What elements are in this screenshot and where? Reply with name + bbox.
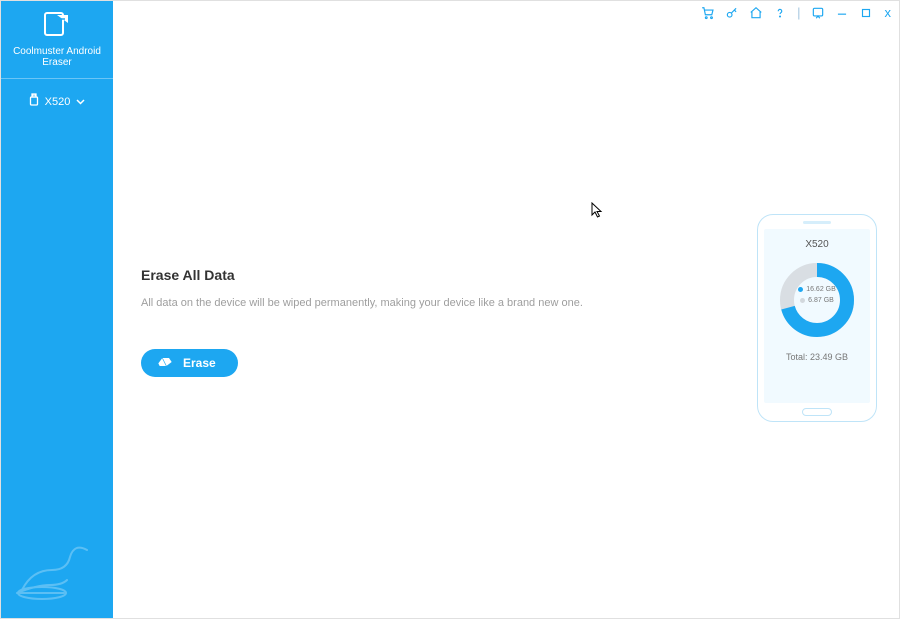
sidebar: Coolmuster Android Eraser X520	[1, 1, 113, 618]
erase-button-label: Erase	[183, 356, 216, 370]
maximize-icon[interactable]	[859, 6, 873, 20]
key-icon[interactable]	[725, 6, 739, 20]
legend-used: 16.62 GB	[777, 284, 857, 295]
app-window: | x Coolmuster Android Eraser	[0, 0, 900, 619]
device-preview-name: X520	[764, 239, 870, 250]
erase-button[interactable]: Erase	[141, 349, 238, 377]
cart-icon[interactable]	[701, 6, 715, 20]
legend-free: 6.87 GB	[777, 295, 857, 306]
app-title: Coolmuster Android Eraser	[1, 46, 113, 78]
feedback-icon[interactable]	[811, 6, 825, 20]
eraser-icon	[157, 356, 173, 371]
dot-icon	[798, 287, 803, 292]
storage-donut-chart: 16.62 GB 6.87 GB	[777, 260, 857, 340]
mouse-cursor-icon	[591, 202, 603, 223]
close-icon[interactable]: x	[883, 5, 894, 20]
separator: |	[797, 5, 800, 20]
erase-section: Erase All Data All data on the device wi…	[141, 267, 719, 377]
storage-legend: 16.62 GB 6.87 GB	[777, 284, 857, 306]
legend-used-label: 16.62 GB	[806, 284, 836, 295]
chevron-down-icon	[76, 96, 85, 108]
storage-total: Total: 23.49 GB	[764, 352, 870, 362]
usb-icon	[29, 93, 39, 110]
app-logo-icon	[1, 1, 113, 46]
legend-free-label: 6.87 GB	[808, 295, 834, 306]
page-title: Erase All Data	[141, 267, 719, 283]
page-description: All data on the device will be wiped per…	[141, 297, 719, 309]
device-selector[interactable]: X520	[1, 79, 113, 124]
dot-icon	[800, 298, 805, 303]
window-controls: | x	[701, 5, 893, 20]
device-name: X520	[45, 96, 71, 108]
main-content: Erase All Data All data on the device wi…	[113, 1, 899, 618]
phone-home-button-icon	[802, 408, 832, 416]
device-screen: X520 16.62 GB 6.87 GB	[764, 229, 870, 403]
sidebar-footer-graphic	[1, 535, 113, 610]
home-icon[interactable]	[749, 6, 763, 20]
minimize-icon[interactable]	[835, 6, 849, 20]
device-preview: X520 16.62 GB 6.87 GB	[757, 214, 877, 422]
help-icon[interactable]	[773, 6, 787, 20]
